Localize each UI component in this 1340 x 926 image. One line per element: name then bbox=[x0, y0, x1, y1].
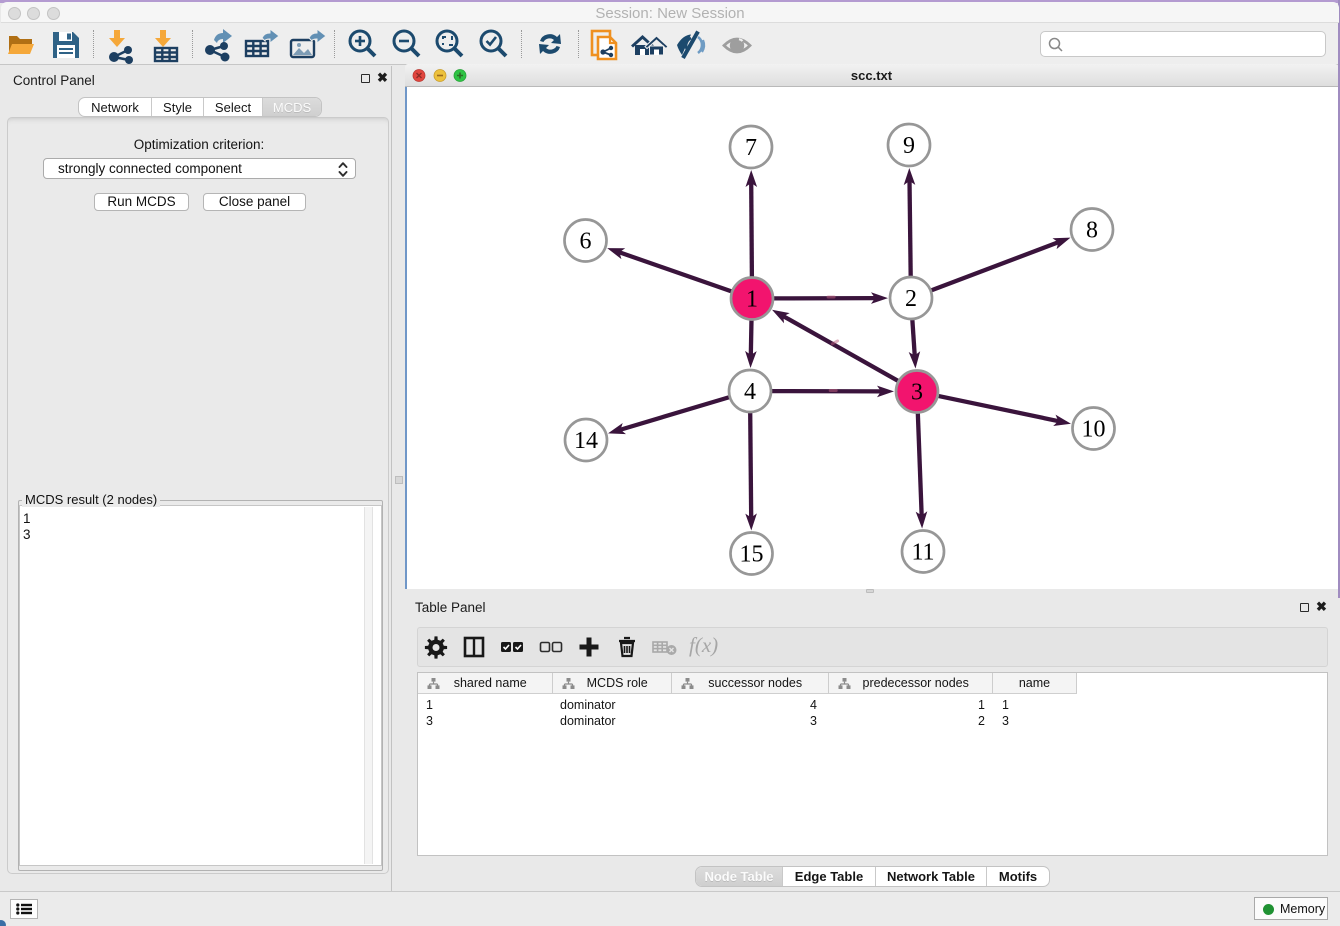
svg-text:15: 15 bbox=[740, 542, 764, 568]
svg-text:9: 9 bbox=[903, 133, 915, 159]
svg-text:11: 11 bbox=[911, 540, 934, 566]
svg-text:8: 8 bbox=[1086, 218, 1098, 244]
svg-text:6: 6 bbox=[580, 229, 592, 255]
svg-text:1: 1 bbox=[746, 287, 758, 313]
svg-text:4: 4 bbox=[744, 379, 756, 405]
svg-text:7: 7 bbox=[745, 135, 757, 161]
svg-text:2: 2 bbox=[905, 286, 917, 312]
svg-text:3: 3 bbox=[911, 380, 923, 406]
svg-text:10: 10 bbox=[1082, 417, 1106, 443]
svg-text:14: 14 bbox=[574, 428, 598, 454]
